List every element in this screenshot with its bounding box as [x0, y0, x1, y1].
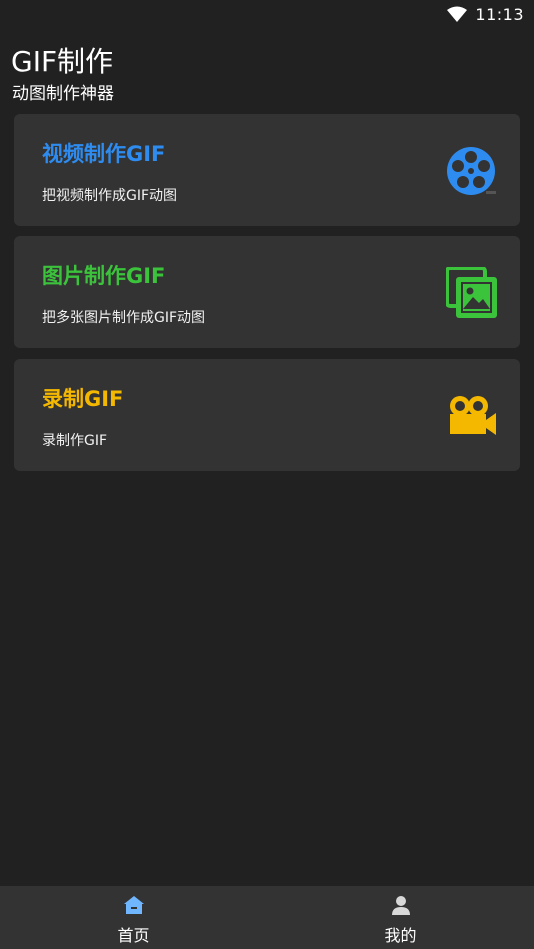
- status-time: 11:13: [475, 4, 524, 24]
- nav-item-home[interactable]: 首页: [0, 886, 267, 949]
- screen: 11:13 GIF制作 动图制作神器 视频制作GIF 把视频制作成GIF动图 图…: [0, 0, 534, 949]
- nav-label: 首页: [117, 926, 150, 945]
- wifi-icon: [447, 6, 468, 22]
- nav-label: 我的: [384, 926, 417, 945]
- card-title: 图片制作GIF: [42, 264, 166, 288]
- nav-item-profile[interactable]: 我的: [267, 886, 534, 949]
- image-gallery-icon: [446, 267, 498, 319]
- record-gif-card[interactable]: 录制GIF 录制作GIF: [14, 359, 520, 471]
- home-icon: [123, 896, 144, 914]
- card-description: 录制作GIF: [42, 433, 108, 449]
- page-title: GIF制作: [11, 45, 114, 78]
- page-subtitle: 动图制作神器: [12, 84, 114, 104]
- card-description: 把视频制作成GIF动图: [42, 188, 178, 204]
- user-icon: [391, 896, 410, 915]
- card-description: 把多张图片制作成GIF动图: [42, 310, 206, 326]
- bottom-nav: 首页 我的: [0, 886, 534, 949]
- status-bar: 11:13: [0, 0, 534, 28]
- video-camera-icon: [446, 390, 498, 442]
- film-reel-icon: [446, 145, 498, 197]
- card-title: 录制GIF: [42, 387, 124, 411]
- video-to-gif-card[interactable]: 视频制作GIF 把视频制作成GIF动图: [14, 114, 520, 226]
- card-title: 视频制作GIF: [42, 142, 166, 166]
- images-to-gif-card[interactable]: 图片制作GIF 把多张图片制作成GIF动图: [14, 236, 520, 348]
